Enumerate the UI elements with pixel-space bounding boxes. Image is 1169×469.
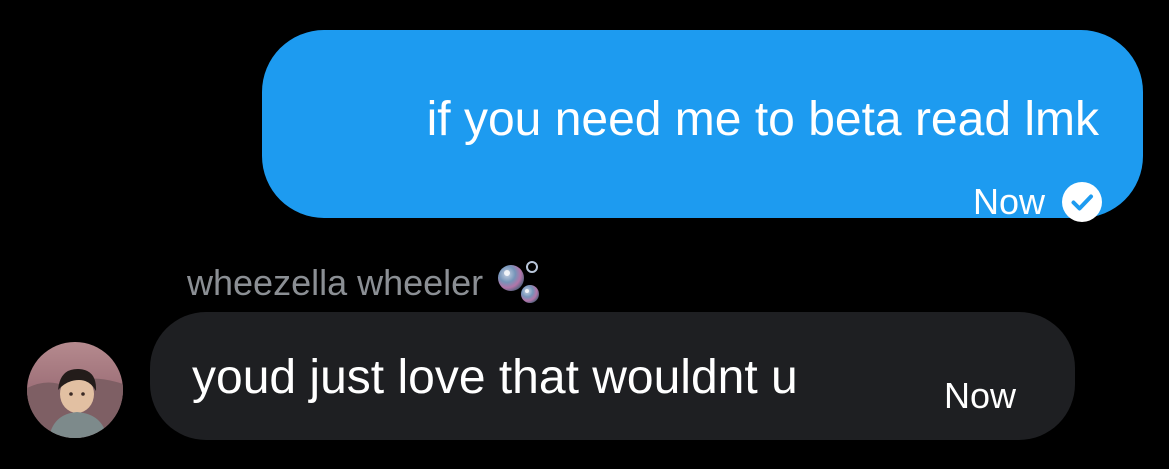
outgoing-message-text: if you need me to beta read lmk	[426, 93, 1099, 146]
incoming-message-text: youd just love that wouldnt u	[192, 351, 798, 404]
sender-header: wheezella wheeler	[187, 258, 549, 308]
outgoing-message-bubble[interactable]: if you need me to beta read lmk Now	[262, 30, 1143, 222]
incoming-message-time: Now	[944, 375, 1017, 416]
check-circle-icon	[1061, 181, 1103, 223]
incoming-message-bubble[interactable]: youd just love that wouldnt u Now	[150, 312, 1075, 440]
bubbles-icon	[493, 258, 549, 308]
avatar[interactable]	[27, 342, 123, 438]
sender-name[interactable]: wheezella wheeler	[187, 262, 483, 304]
outgoing-message-time: Now	[972, 181, 1045, 222]
outgoing-message-meta: Now	[973, 181, 1103, 223]
